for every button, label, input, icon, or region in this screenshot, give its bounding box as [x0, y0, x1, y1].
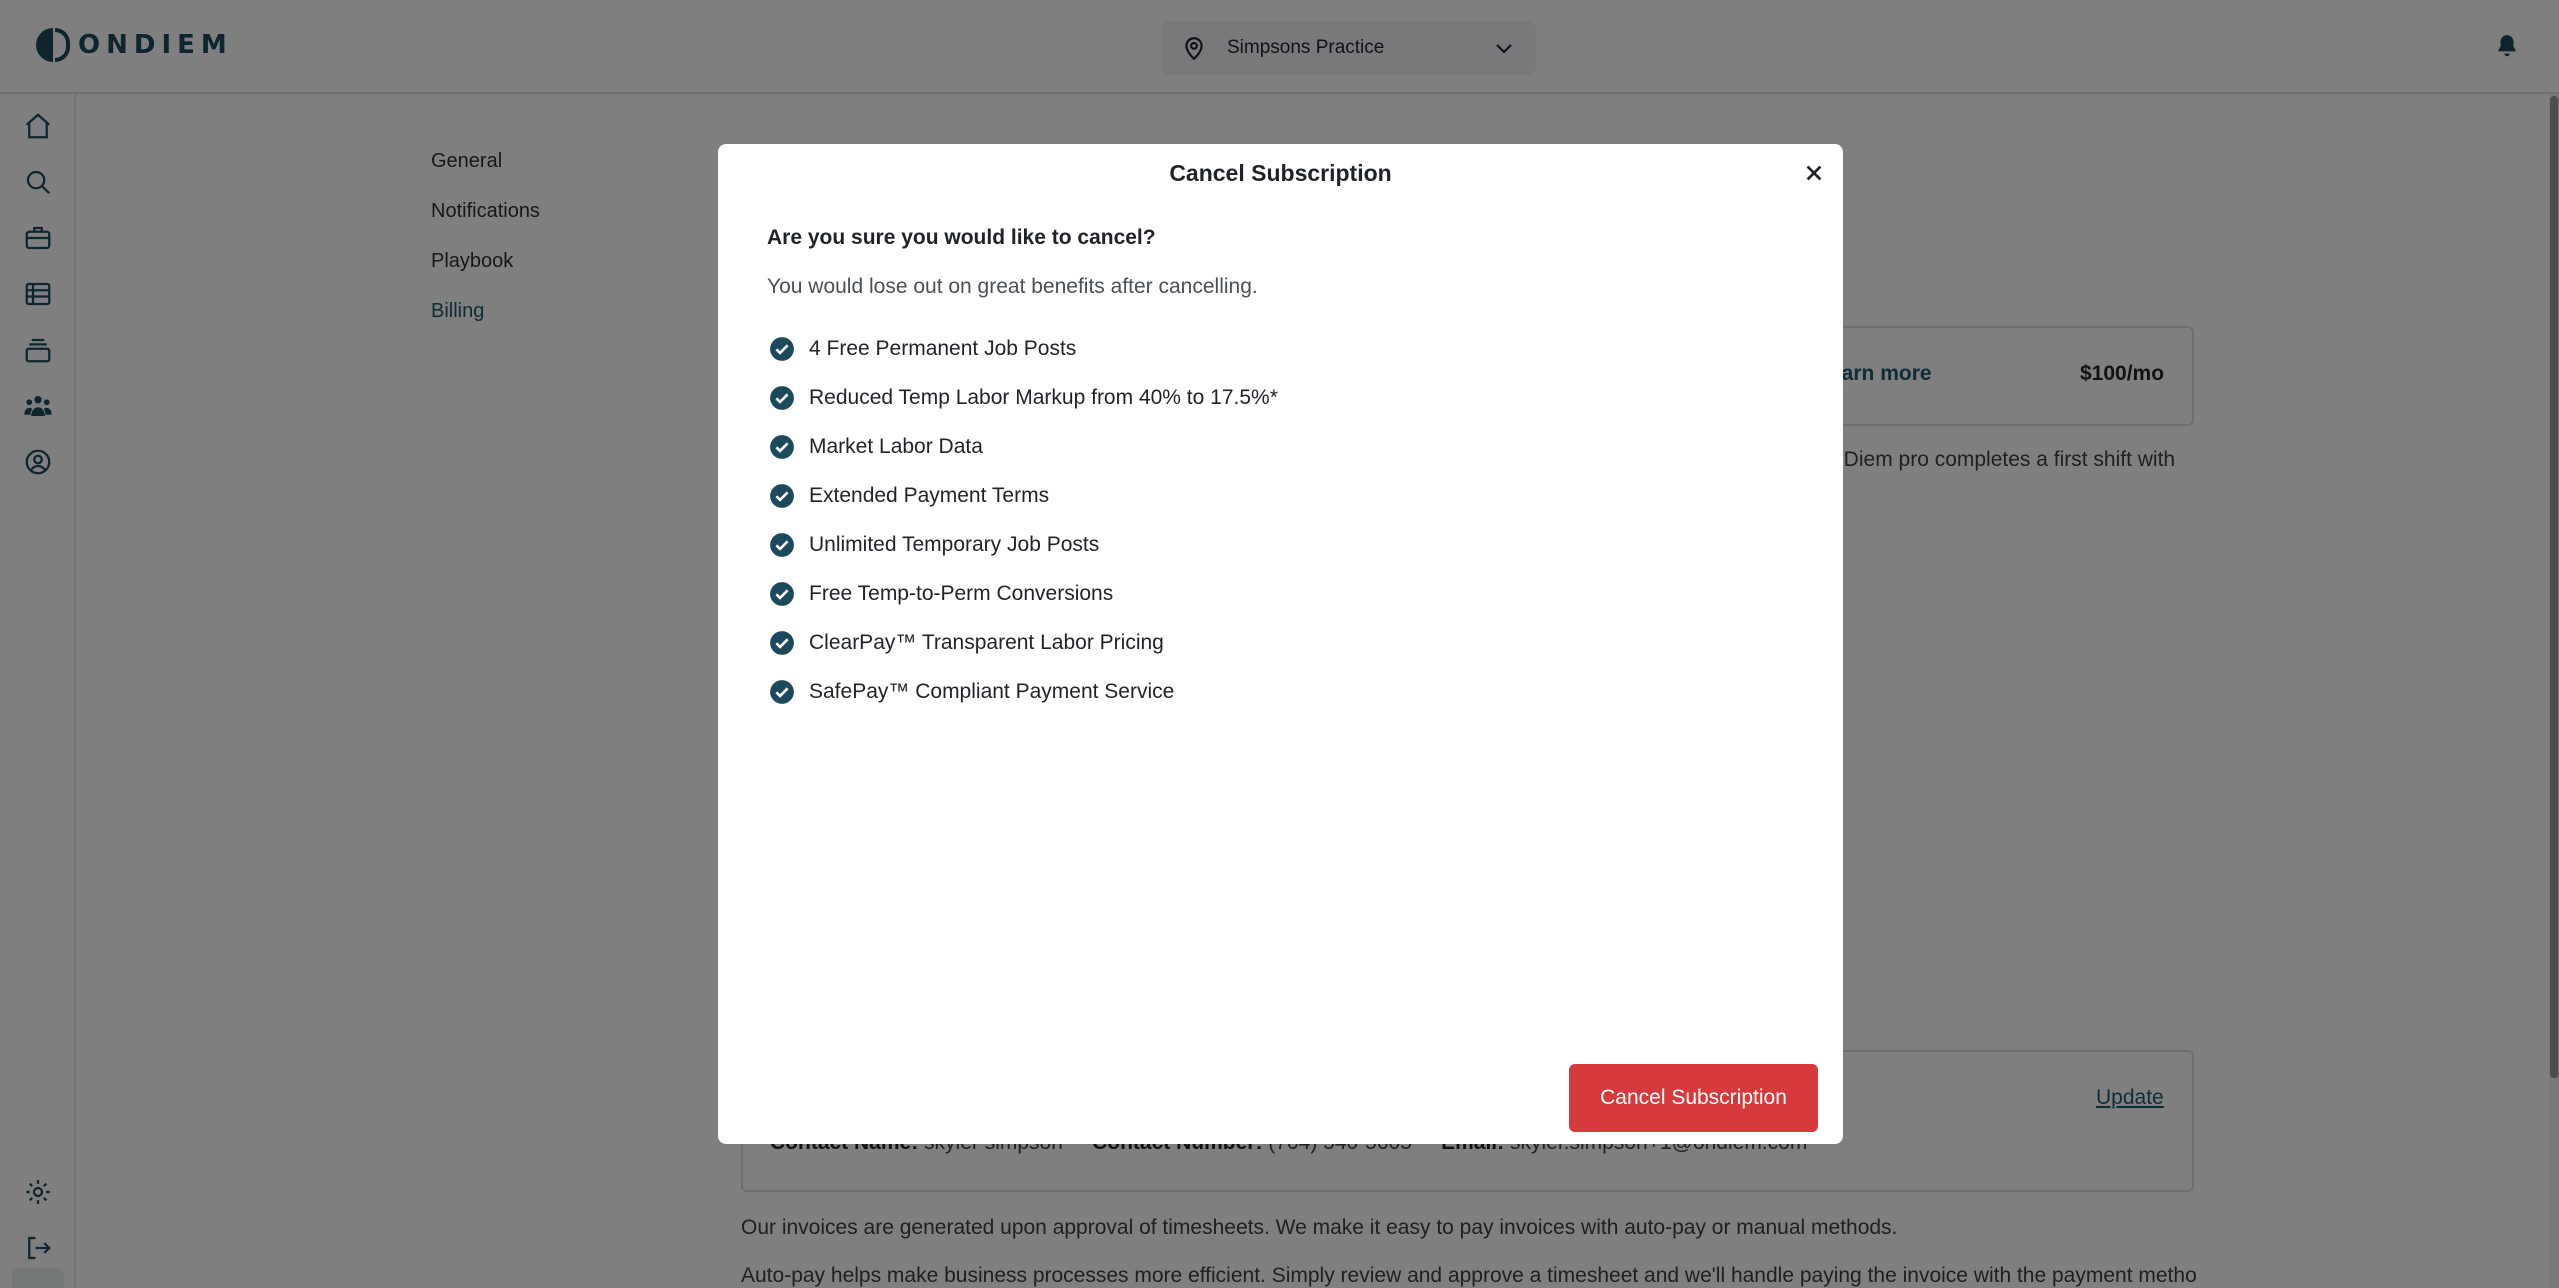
benefit-text: Free Temp-to-Perm Conversions: [809, 581, 1114, 605]
cancel-subscription-button[interactable]: Cancel Subscription: [1569, 1064, 1818, 1132]
modal-title: Cancel Subscription: [1169, 160, 1392, 186]
benefit-text: Market Labor Data: [809, 434, 983, 458]
list-item: ClearPay™ Transparent Labor Pricing: [769, 618, 1278, 667]
check-circle-icon: [770, 336, 794, 361]
list-item: Extended Payment Terms: [769, 471, 1278, 520]
check-circle-icon: [770, 630, 794, 655]
list-item: Reduced Temp Labor Markup from 40% to 17…: [769, 373, 1278, 422]
list-item: 4 Free Permanent Job Posts: [769, 324, 1278, 373]
benefit-text: SafePay™ Compliant Payment Service: [809, 679, 1175, 703]
list-item: Unlimited Temporary Job Posts: [769, 520, 1278, 569]
check-circle-icon: [770, 581, 794, 606]
cancel-subscription-modal: Cancel Subscription Are you sure you wou…: [718, 144, 1843, 1144]
benefit-text: Reduced Temp Labor Markup from 40% to 17…: [809, 385, 1278, 409]
modal-subtitle: You would lose out on great benefits aft…: [767, 275, 1258, 298]
list-item: Free Temp-to-Perm Conversions: [769, 569, 1278, 618]
benefit-text: Extended Payment Terms: [809, 483, 1050, 507]
check-circle-icon: [770, 434, 794, 459]
check-circle-icon: [770, 385, 794, 410]
benefit-list: 4 Free Permanent Job Posts Reduced Temp …: [769, 324, 1278, 716]
check-circle-icon: [770, 532, 794, 557]
benefit-text: Unlimited Temporary Job Posts: [809, 532, 1100, 556]
check-circle-icon: [770, 679, 794, 704]
list-item: Market Labor Data: [769, 422, 1278, 471]
benefit-text: 4 Free Permanent Job Posts: [809, 336, 1077, 360]
check-circle-icon: [770, 483, 794, 508]
list-item: SafePay™ Compliant Payment Service: [769, 667, 1278, 716]
close-icon[interactable]: [1803, 162, 1825, 184]
benefit-text: ClearPay™ Transparent Labor Pricing: [809, 630, 1164, 654]
modal-question: Are you sure you would like to cancel?: [767, 226, 1156, 249]
